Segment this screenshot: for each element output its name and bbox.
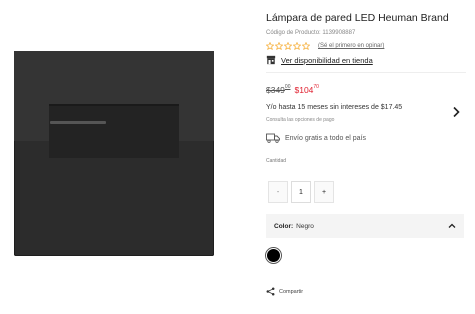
shipping-text: Envío gratis a todo el país bbox=[285, 134, 366, 142]
star-icon[interactable] bbox=[266, 42, 274, 50]
payment-options-link[interactable]: Consulta las opciones de pago bbox=[266, 117, 334, 123]
store-icon bbox=[266, 55, 276, 65]
decrement-button[interactable]: - bbox=[268, 181, 288, 203]
price-block: $34900 $10470 bbox=[266, 84, 319, 95]
lamp-photo bbox=[14, 51, 214, 256]
availability: Ver disponibilidad en tienda bbox=[266, 55, 373, 65]
review-link[interactable]: (Sé el primero en opinar) bbox=[318, 43, 384, 49]
share[interactable]: Compartir bbox=[266, 287, 303, 296]
product-code: Código de Producto: 1139908887 bbox=[266, 30, 356, 36]
rating-stars[interactable] bbox=[266, 42, 310, 50]
star-icon[interactable] bbox=[302, 42, 310, 50]
share-icon bbox=[266, 287, 275, 296]
divider bbox=[266, 72, 466, 73]
star-icon[interactable] bbox=[293, 42, 301, 50]
quantity-input[interactable]: 1 bbox=[291, 181, 311, 203]
installments-text[interactable]: Y/o hasta 15 meses sin intereses de $17.… bbox=[266, 104, 402, 111]
rating: (Sé el primero en opinar) bbox=[266, 42, 384, 50]
availability-link[interactable]: Ver disponibilidad en tienda bbox=[281, 56, 373, 65]
share-label: Compartir bbox=[279, 288, 304, 295]
chevron-up-icon[interactable] bbox=[448, 222, 456, 230]
color-value: Negro bbox=[296, 222, 314, 230]
product-image[interactable] bbox=[0, 0, 258, 314]
product-title: Lámpara de pared LED Heuman Brand bbox=[266, 12, 449, 24]
color-accordion[interactable]: Color: Negro bbox=[266, 214, 464, 238]
shipping-info: Envío gratis a todo el país bbox=[266, 133, 366, 143]
increment-button[interactable]: + bbox=[314, 181, 334, 203]
truck-icon bbox=[266, 133, 280, 143]
star-icon[interactable] bbox=[275, 42, 283, 50]
lamp-opening bbox=[49, 104, 179, 158]
chevron-right-icon[interactable] bbox=[452, 106, 460, 118]
color-label: Color: bbox=[274, 222, 294, 230]
lamp-slot bbox=[50, 121, 106, 124]
quantity-label: Cantidad bbox=[266, 158, 287, 164]
star-icon[interactable] bbox=[284, 42, 292, 50]
sale-price: $10470 bbox=[294, 84, 319, 95]
old-price: $34900 bbox=[266, 84, 291, 95]
quantity-stepper: - 1 + bbox=[268, 181, 334, 203]
color-swatch-black[interactable] bbox=[266, 248, 281, 263]
